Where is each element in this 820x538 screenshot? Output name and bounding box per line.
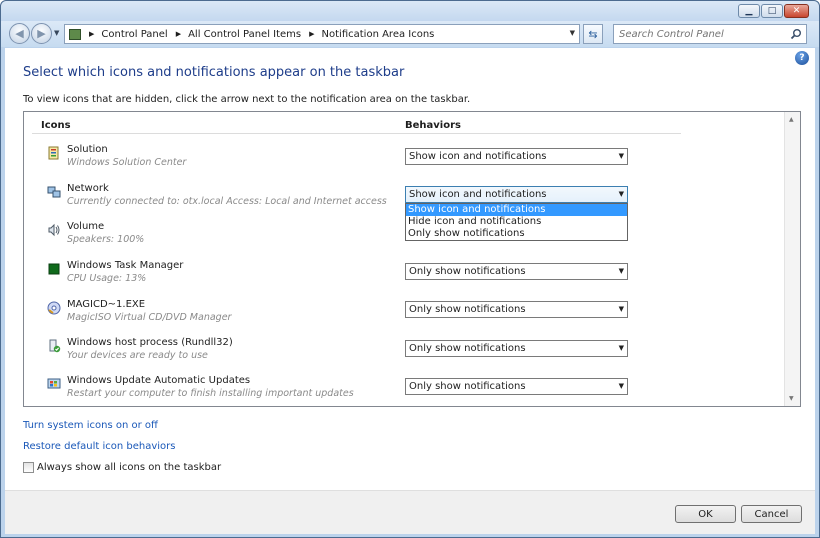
- behavior-select[interactable]: Only show notifications ▼: [405, 340, 628, 357]
- item-name: Solution: [67, 144, 108, 155]
- help-icon[interactable]: ?: [795, 51, 809, 65]
- behavior-select-value: Only show notifications: [409, 266, 526, 277]
- breadcrumb-notification-area-icons[interactable]: Notification Area Icons: [322, 29, 435, 40]
- magiciso-icon: [47, 301, 61, 315]
- behavior-select[interactable]: Show icon and notifications ▼: [405, 186, 628, 203]
- item-description: Speakers: 100%: [67, 234, 145, 245]
- behavior-select[interactable]: Only show notifications ▼: [405, 301, 628, 318]
- window-frame: ▁ □ ✕ ◀ ▶ ▼ ▶ Control Panel ▶ All Contro…: [0, 0, 820, 538]
- item-name: Windows Task Manager: [67, 260, 184, 271]
- ok-button[interactable]: OK: [675, 505, 736, 523]
- behavior-select-value: Show icon and notifications: [409, 151, 547, 162]
- behavior-select[interactable]: Only show notifications ▼: [405, 378, 628, 395]
- task-manager-icon: [47, 262, 61, 276]
- item-description: Your devices are ready to use: [67, 350, 208, 361]
- item-name: Windows Update Automatic Updates: [67, 375, 251, 386]
- scroll-up-icon[interactable]: ▲: [789, 116, 794, 123]
- speaker-icon: [47, 223, 61, 237]
- scroll-down-icon[interactable]: ▼: [789, 395, 794, 402]
- list-item: Volume Speakers: 100%: [24, 219, 784, 255]
- solution-center-icon: [47, 146, 61, 160]
- chevron-down-icon: ▼: [618, 344, 624, 352]
- behavior-select-value: Only show notifications: [409, 381, 526, 392]
- chevron-down-icon: ▼: [618, 382, 624, 390]
- chevron-right-icon[interactable]: ▶: [176, 30, 181, 38]
- minimize-icon[interactable]: ▁: [738, 4, 760, 18]
- item-description: Currently connected to: otx.local Access…: [67, 196, 387, 207]
- dialog-footer: OK Cancel: [5, 490, 815, 534]
- network-icon: [47, 185, 61, 199]
- title-bar: ▁ □ ✕: [1, 1, 819, 21]
- item-description: Restart your computer to finish installi…: [67, 388, 354, 399]
- item-name: MAGICD~1.EXE: [67, 299, 146, 310]
- item-description: MagicISO Virtual CD/DVD Manager: [67, 312, 232, 323]
- page-title: Select which icons and notifications app…: [23, 65, 405, 80]
- behavior-select-value: Show icon and notifications: [409, 189, 547, 200]
- chevron-down-icon: ▼: [618, 267, 624, 275]
- behavior-select[interactable]: Only show notifications ▼: [405, 263, 628, 280]
- list-item: Windows Update Automatic Updates Restart…: [24, 373, 784, 409]
- dropdown-option[interactable]: Only show notifications: [406, 228, 627, 240]
- chevron-right-icon[interactable]: ▶: [309, 30, 314, 38]
- forward-arrow-icon: ▶: [37, 27, 46, 40]
- refresh-icon: ⇆: [588, 27, 598, 41]
- caption-buttons: ▁ □ ✕: [738, 4, 809, 18]
- item-name: Windows host process (Rundll32): [67, 337, 233, 348]
- list-item: Network Currently connected to: otx.loca…: [24, 181, 784, 241]
- chevron-down-icon: ▼: [618, 305, 624, 313]
- item-description: CPU Usage: 13%: [67, 273, 147, 284]
- list-item: Windows host process (Rundll32) Your dev…: [24, 335, 784, 371]
- navigation-bar: ◀ ▶ ▼ ▶ Control Panel ▶ All Control Pane…: [1, 21, 819, 47]
- refresh-button[interactable]: ⇆: [583, 24, 603, 44]
- maximize-icon[interactable]: □: [761, 4, 783, 18]
- behavior-dropdown-list: Show icon and notifications Hide icon an…: [405, 203, 628, 241]
- page-hint: To view icons that are hidden, click the…: [23, 94, 471, 105]
- search-icon[interactable]: [790, 28, 802, 40]
- breadcrumb-all-items[interactable]: All Control Panel Items: [188, 29, 301, 40]
- item-name: Volume: [67, 221, 105, 232]
- search-input[interactable]: [619, 28, 784, 40]
- column-header-icons: Icons: [41, 120, 71, 131]
- dropdown-option[interactable]: Hide icon and notifications: [406, 216, 627, 228]
- device-icon: [47, 339, 61, 353]
- turn-system-icons-link[interactable]: Turn system icons on or off: [23, 420, 158, 431]
- behavior-select[interactable]: Show icon and notifications ▼: [405, 148, 628, 165]
- windows-update-icon: [47, 377, 61, 391]
- restore-defaults-link[interactable]: Restore default icon behaviors: [23, 441, 176, 452]
- icon-behavior-list: Icons Behaviors Solution Windows Solutio…: [23, 111, 801, 407]
- breadcrumb-control-panel[interactable]: Control Panel: [101, 29, 167, 40]
- checkbox-label[interactable]: Always show all icons on the taskbar: [37, 462, 221, 473]
- cancel-button[interactable]: Cancel: [741, 505, 802, 523]
- always-show-all-icons-option: Always show all icons on the taskbar: [23, 462, 221, 473]
- address-bar[interactable]: ▶ Control Panel ▶ All Control Panel Item…: [64, 24, 580, 44]
- chevron-down-icon: ▼: [618, 152, 624, 160]
- list-item: Windows Task Manager CPU Usage: 13% Only…: [24, 258, 784, 294]
- close-icon[interactable]: ✕: [784, 4, 809, 18]
- behavior-select-value: Only show notifications: [409, 343, 526, 354]
- item-description: Windows Solution Center: [67, 157, 187, 168]
- chevron-down-icon[interactable]: ▼: [570, 29, 575, 37]
- item-name: Network: [67, 183, 109, 194]
- always-show-checkbox[interactable]: [23, 462, 34, 473]
- dropdown-option[interactable]: Show icon and notifications: [406, 204, 627, 216]
- list-item: MAGICD~1.EXE MagicISO Virtual CD/DVD Man…: [24, 297, 784, 333]
- chevron-down-icon: ▼: [618, 190, 624, 198]
- forward-button[interactable]: ▶: [31, 23, 52, 44]
- column-header-behaviors: Behaviors: [405, 120, 461, 131]
- list-item: Solution Windows Solution Center Show ic…: [24, 142, 784, 178]
- search-box[interactable]: [613, 24, 807, 44]
- recent-pages-dropdown[interactable]: ▼: [54, 29, 59, 37]
- header-divider: [32, 133, 681, 134]
- back-button[interactable]: ◀: [9, 23, 30, 44]
- behavior-select-value: Only show notifications: [409, 304, 526, 315]
- content-area: ? Select which icons and notifications a…: [5, 48, 815, 490]
- control-panel-icon: [69, 28, 81, 40]
- chevron-right-icon[interactable]: ▶: [89, 30, 94, 38]
- vertical-scrollbar[interactable]: ▲ ▼: [784, 112, 800, 406]
- back-arrow-icon: ◀: [15, 27, 24, 40]
